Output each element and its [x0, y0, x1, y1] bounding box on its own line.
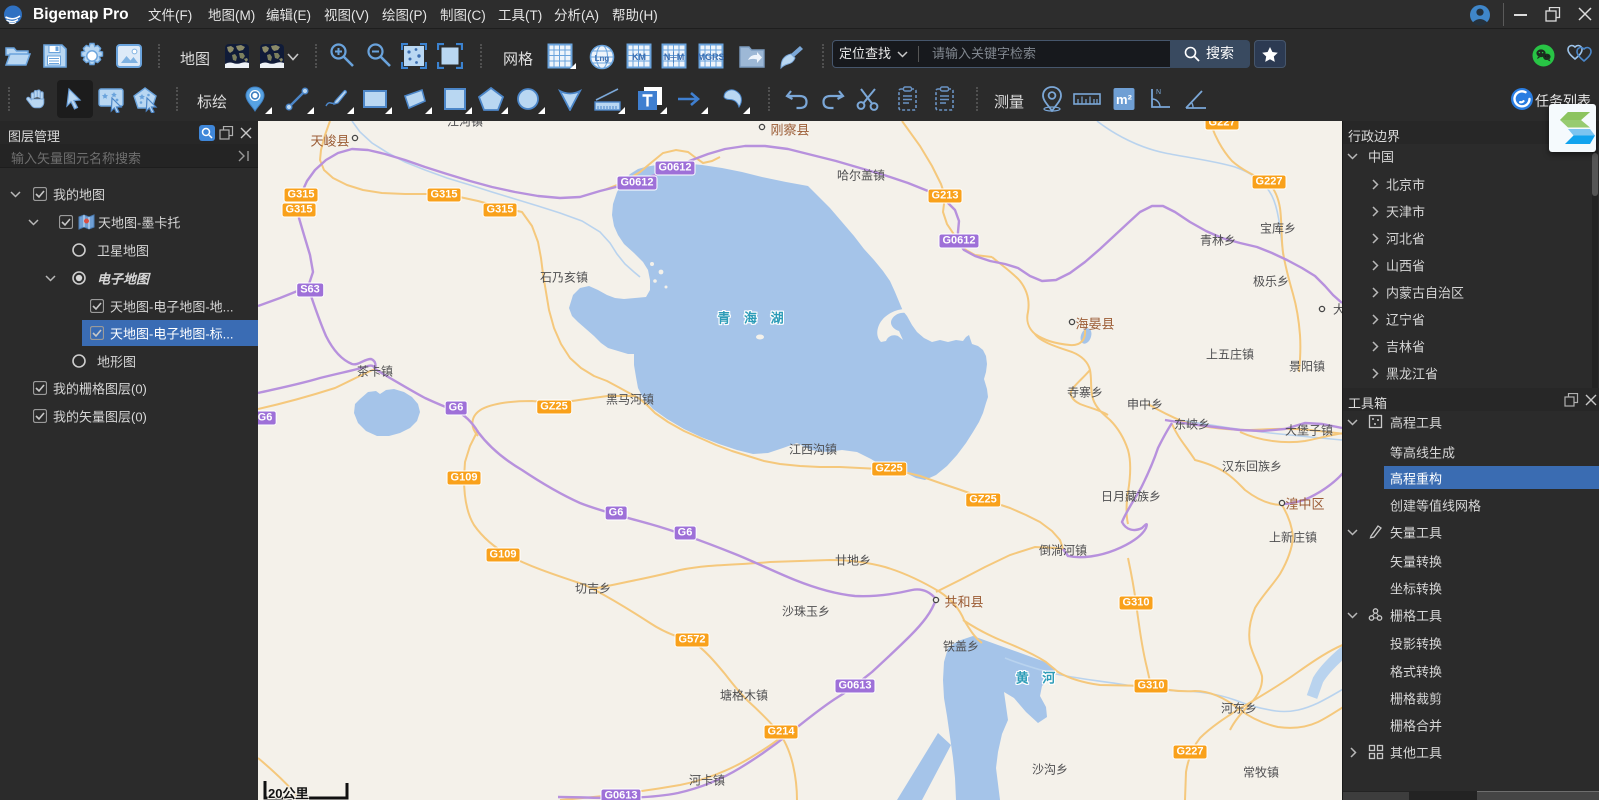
svg-text:Lng: Lng — [595, 54, 610, 63]
svg-text:KM: KM — [632, 52, 646, 62]
svg-text:MGRS: MGRS — [698, 52, 724, 62]
svg-text:N┼M: N┼M — [664, 51, 684, 63]
svg-text:m²: m² — [1116, 92, 1133, 107]
svg-text:N: N — [1156, 89, 1161, 96]
